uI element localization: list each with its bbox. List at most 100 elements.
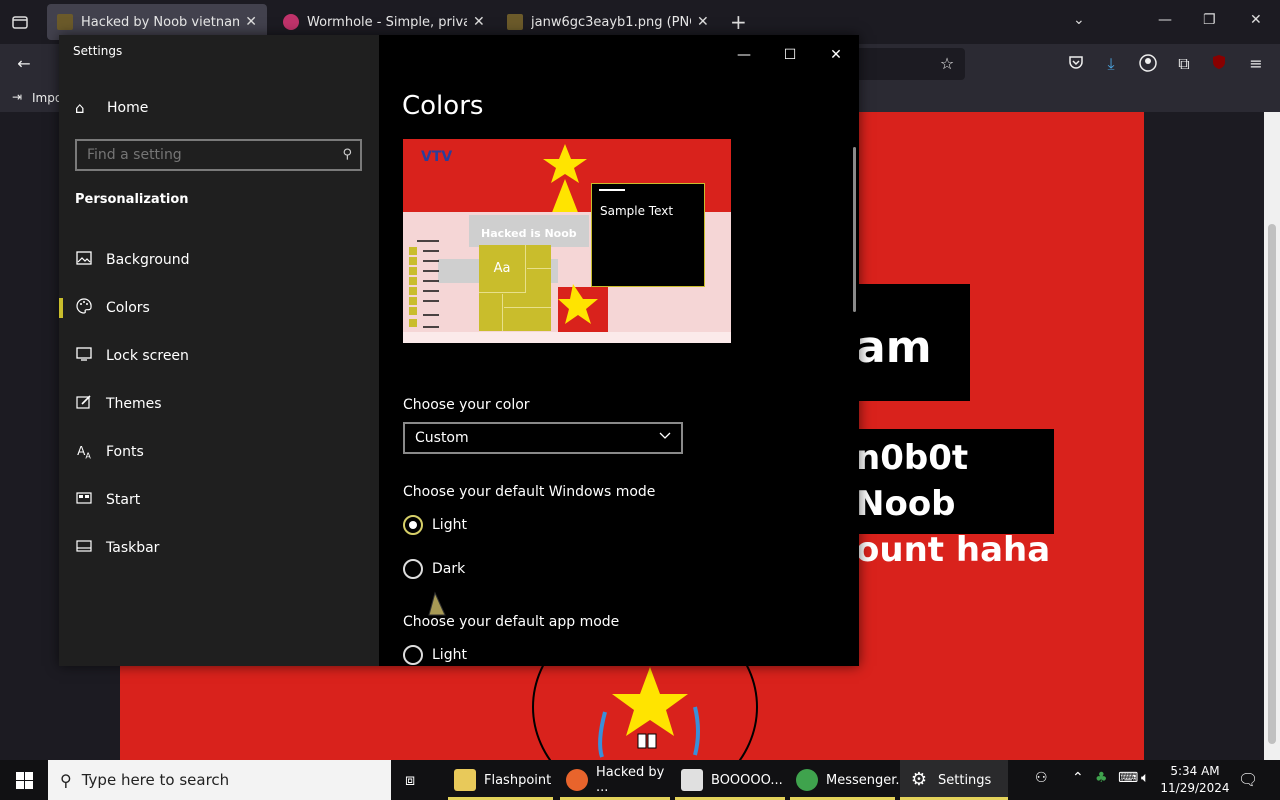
messenger-icon: [796, 769, 818, 791]
account-icon[interactable]: [1138, 54, 1158, 74]
network-icon[interactable]: ⌨: [1118, 770, 1138, 786]
taskbar-search-box[interactable]: ⚲ Type here to search: [48, 760, 391, 800]
back-icon[interactable]: ←: [14, 54, 34, 74]
nav-item-lock-screen[interactable]: Lock screen: [59, 336, 379, 376]
find-setting-box[interactable]: ⚲: [75, 139, 362, 171]
system-clock[interactable]: 5:34 AM 11/29/2024: [1160, 763, 1230, 797]
chevron-down-icon: [658, 428, 672, 445]
font-icon: AA: [77, 443, 91, 461]
dropdown-value: Custom: [415, 430, 469, 446]
import-bookmarks-link[interactable]: Impo: [32, 91, 62, 105]
nav-item-label: Background: [106, 252, 190, 268]
windows-mode-label: Choose your default Windows mode: [403, 484, 656, 500]
restore-icon[interactable]: ❐: [1203, 12, 1216, 28]
taskbar-app-window[interactable]: BOOOOO...: [675, 760, 785, 800]
firefox-icon: [566, 769, 588, 791]
preview-tile: [527, 245, 551, 269]
start-icon: [75, 492, 93, 508]
windows-logo-icon: [16, 772, 33, 789]
taskbar-app-flashpoint[interactable]: Flashpoint: [448, 760, 553, 800]
download-icon[interactable]: ⤓: [1101, 54, 1121, 74]
new-tab-icon[interactable]: +: [730, 10, 747, 34]
radio-indicator: [403, 645, 423, 665]
bookmark-star-icon[interactable]: ☆: [937, 54, 957, 74]
nav-item-colors[interactable]: Colors: [59, 288, 379, 328]
image-icon: [57, 14, 73, 30]
taskbar-app-messenger[interactable]: Messenger...: [790, 760, 908, 800]
preview-window-titlebar: [599, 189, 625, 191]
close-tab-icon[interactable]: ✕: [697, 14, 709, 30]
find-setting-input[interactable]: [77, 141, 360, 169]
theme-preview: VTV Hacked is Noob Aa Sample Text: [403, 139, 731, 343]
windows-mode-dark-radio[interactable]: Dark: [403, 558, 465, 580]
close-icon[interactable]: ✕: [1250, 12, 1262, 28]
page-scrollbar[interactable]: [1264, 112, 1280, 760]
nav-item-fonts[interactable]: AA Fonts: [59, 432, 379, 472]
window-title: Settings: [73, 44, 123, 58]
nav-item-start[interactable]: Start: [59, 480, 379, 520]
nav-item-themes[interactable]: Themes: [59, 384, 379, 424]
close-icon[interactable]: ✕: [813, 41, 859, 69]
ublock-icon[interactable]: [1209, 54, 1229, 74]
close-tab-icon[interactable]: ✕: [473, 14, 485, 30]
menu-icon[interactable]: ≡: [1246, 54, 1266, 74]
nav-item-taskbar[interactable]: Taskbar: [59, 528, 379, 568]
taskbar-app-label: Flashpoint: [484, 772, 552, 788]
scrollbar-thumb[interactable]: [1268, 224, 1276, 744]
import-icon[interactable]: ⇥: [12, 90, 22, 104]
preview-start-list: [409, 239, 439, 331]
taskbar-app-label: Settings: [938, 772, 992, 788]
tab-list-icon[interactable]: [10, 12, 30, 32]
picture-icon: [75, 251, 93, 269]
settings-content: — ☐ ✕ Colors VTV Hacked is Noob Aa Sampl…: [379, 35, 859, 666]
search-placeholder: Type here to search: [81, 771, 230, 789]
image-text: am: [856, 322, 932, 373]
clock-date: 11/29/2024: [1160, 781, 1230, 795]
radio-label: Light: [432, 517, 467, 533]
taskbar-icon: [75, 540, 93, 556]
palette-icon: [75, 298, 93, 318]
image-text-block: am: [840, 284, 970, 401]
preview-tile-divider: [504, 307, 551, 308]
preview-tile-group: Aa: [479, 245, 551, 331]
url-bar[interactable]: ☆: [850, 48, 965, 80]
mouse-cursor-icon: [428, 591, 446, 616]
taskbar-app-settings[interactable]: ⚙ Settings: [900, 760, 1008, 800]
preview-sample-text: Sample Text: [600, 204, 674, 218]
nav-item-label: Fonts: [106, 444, 144, 460]
taskbar-app-label: BOOOOO...: [711, 772, 783, 788]
minimize-icon[interactable]: —: [721, 41, 767, 69]
lock-screen-icon: [75, 347, 93, 365]
notifications-icon[interactable]: 🗨︎: [1238, 770, 1258, 789]
extensions-icon[interactable]: ⧉: [1174, 54, 1194, 74]
minimize-icon[interactable]: —: [1158, 12, 1172, 28]
search-icon: ⚲: [342, 147, 352, 162]
people-icon[interactable]: ⚇: [1035, 770, 1048, 786]
app-mode-light-radio[interactable]: Light: [403, 644, 467, 666]
nav-item-label: Themes: [106, 396, 162, 412]
close-tab-icon[interactable]: ✕: [245, 14, 257, 30]
clock-time: 5:34 AM: [1170, 764, 1220, 778]
tab-title: Hacked by Noob vietnam.png (: [81, 14, 240, 30]
nav-item-label: Colors: [106, 300, 150, 316]
content-scrollbar[interactable]: [853, 147, 856, 312]
pocket-icon[interactable]: [1066, 54, 1086, 74]
home-link[interactable]: ⌂ Home: [75, 95, 148, 121]
preview-window: Sample Text: [591, 183, 705, 287]
maximize-icon[interactable]: ☐: [767, 41, 813, 69]
volume-icon[interactable]: 🔈︎: [1141, 770, 1149, 786]
choose-color-dropdown[interactable]: Custom: [403, 422, 683, 454]
home-label: Home: [107, 100, 149, 116]
taskbar-app-firefox[interactable]: Hacked by ...: [560, 760, 670, 800]
chevron-up-icon[interactable]: ⌃: [1072, 770, 1084, 786]
settings-nav-pane: Settings ⌂ Home ⚲ Personalization Backgr…: [59, 35, 379, 666]
svg-text:VTV: VTV: [421, 149, 452, 165]
start-button[interactable]: [0, 760, 48, 800]
taskbar-app-label: Messenger...: [826, 772, 908, 788]
windows-mode-light-radio[interactable]: Light: [403, 514, 467, 536]
tray-app-icon[interactable]: ♣: [1095, 770, 1108, 786]
nav-item-background[interactable]: Background: [59, 240, 379, 280]
chevron-down-icon[interactable]: ⌄: [1073, 12, 1085, 28]
radio-label: Dark: [432, 561, 466, 577]
task-view-button[interactable]: ⧈: [405, 760, 415, 800]
